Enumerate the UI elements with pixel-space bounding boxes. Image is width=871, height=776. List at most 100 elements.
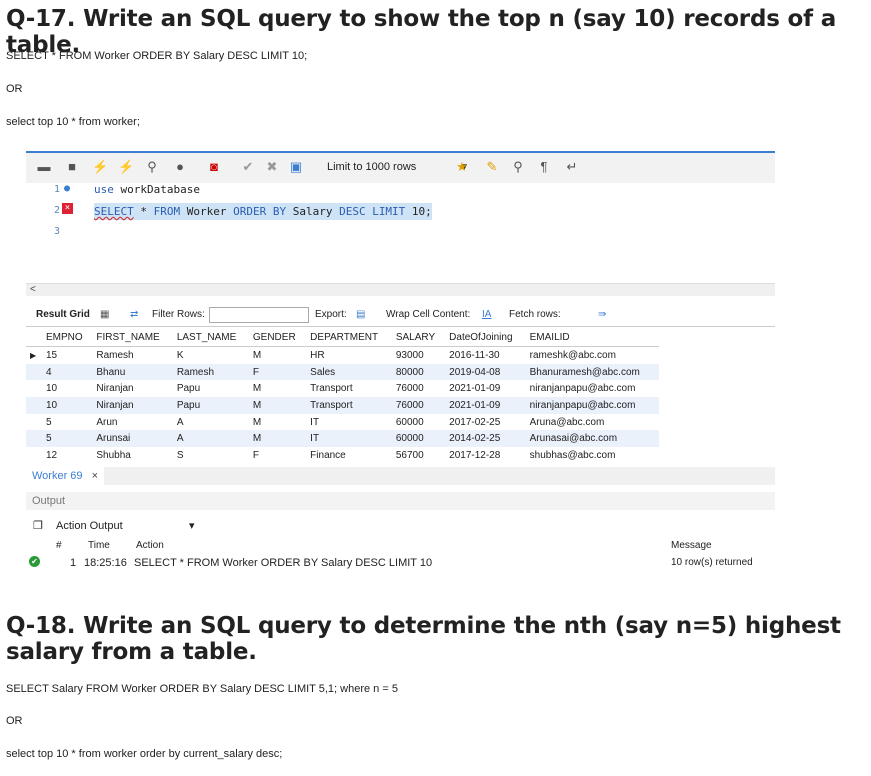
table-cell[interactable]: HR (306, 347, 392, 364)
table-cell[interactable]: Transport (306, 397, 392, 414)
action-output-select[interactable]: ❐ Action Output ▾ (26, 515, 775, 537)
export-icon[interactable]: ▤ (356, 304, 365, 326)
table-cell[interactable]: Ramesh (172, 363, 249, 381)
close-icon[interactable]: × (92, 470, 98, 482)
table-cell[interactable]: niranjanpapu@abc.com (525, 397, 659, 414)
rollback-icon[interactable]: ✖ (264, 159, 280, 175)
column-header[interactable]: EMPNO (42, 329, 93, 347)
table-cell[interactable]: shubhas@abc.com (526, 447, 659, 464)
table-cell[interactable]: niranjanpapu@abc.com (526, 380, 659, 397)
column-header[interactable]: EMAILID (525, 329, 659, 347)
table-cell[interactable]: 10 (42, 380, 92, 397)
table-cell[interactable]: 2016-11-30 (445, 347, 525, 364)
result-grid[interactable]: EMPNO FIRST_NAME LAST_NAME GENDER DEPART… (26, 329, 659, 464)
table-row[interactable]: 5 Arun A M IT 60000 2017-02-25 Aruna@abc.com (26, 414, 659, 431)
table-cell[interactable]: Shubha (92, 447, 172, 464)
table-cell[interactable]: F (249, 447, 306, 464)
commit-icon[interactable]: ✔ (240, 159, 256, 175)
table-cell[interactable]: K (173, 347, 249, 364)
table-cell[interactable]: 2014-02-25 (445, 430, 526, 448)
filter-rows-input[interactable] (209, 307, 309, 323)
table-cell[interactable]: Niranjan (92, 397, 173, 414)
table-cell[interactable]: 2021-01-09 (445, 380, 525, 397)
fetch-icon[interactable]: ⇛ (598, 304, 606, 326)
table-cell[interactable]: A (172, 430, 249, 448)
table-cell[interactable]: IT (306, 430, 392, 448)
sql-editor[interactable]: 1 ● use workDatabase 2 × SELECT * FROM W… (26, 183, 775, 283)
table-cell[interactable]: 5 (42, 430, 93, 448)
table-cell[interactable]: S (173, 447, 249, 464)
table-cell[interactable]: 76000 (392, 380, 445, 397)
bookmark-icon[interactable]: ★ (454, 159, 470, 175)
toggle-icon[interactable]: ◙ (206, 159, 222, 175)
table-cell[interactable]: Arun (92, 414, 172, 431)
table-cell[interactable]: M (248, 397, 307, 414)
column-header[interactable]: GENDER (248, 329, 307, 347)
table-cell[interactable]: M (249, 414, 306, 431)
table-cell[interactable]: M (249, 347, 306, 364)
editor-scrollbar[interactable]: < (26, 283, 775, 296)
copy-icon[interactable]: ❐ (33, 515, 43, 537)
open-folder-icon[interactable]: ▬ (36, 159, 52, 175)
explain-icon[interactable]: ⚲ (144, 159, 160, 175)
table-cell[interactable]: Ramesh (92, 347, 172, 364)
table-cell[interactable]: 76000 (391, 397, 446, 414)
beautify-icon[interactable]: ✎ (484, 159, 500, 175)
table-row[interactable]: 12 Shubha S F Finance 56700 2017-12-28 shubhas@… (26, 447, 659, 464)
table-row[interactable]: 4 Bhanu Ramesh F Sales 80000 2019-04-08 Bhanura… (26, 363, 659, 381)
find-icon[interactable]: ⚲ (510, 159, 526, 175)
table-cell[interactable]: Arunsai (92, 430, 173, 448)
table-cell[interactable]: 93000 (392, 347, 445, 364)
column-header[interactable]: DateOfJoining (445, 329, 526, 347)
table-cell[interactable]: 5 (42, 414, 92, 431)
table-cell[interactable]: Sales (306, 363, 392, 381)
table-cell[interactable]: 60000 (391, 430, 446, 448)
column-header[interactable]: DEPARTMENT (306, 329, 392, 347)
table-cell[interactable]: Papu (173, 380, 249, 397)
table-cell[interactable]: Bhanuramesh@abc.com (525, 363, 659, 381)
table-row[interactable]: 10 Niranjan Papu M Transport 76000 2021-01-09 n… (26, 397, 659, 414)
column-header[interactable]: SALARY (391, 329, 446, 347)
table-cell[interactable]: 2021-01-09 (445, 397, 526, 414)
execute-current-icon[interactable]: ⚡ (118, 159, 134, 175)
table-cell[interactable]: Papu (172, 397, 249, 414)
table-cell[interactable]: 56700 (392, 447, 445, 464)
table-cell[interactable]: A (173, 414, 249, 431)
table-cell[interactable]: rameshk@abc.com (526, 347, 659, 364)
table-cell[interactable]: Aruna@abc.com (526, 414, 659, 431)
invisible-chars-icon[interactable]: ¶ (536, 159, 552, 175)
table-cell[interactable]: 2017-12-28 (445, 447, 525, 464)
save-icon[interactable]: ■ (64, 159, 80, 175)
column-header[interactable]: LAST_NAME (172, 329, 249, 347)
table-cell[interactable]: 4 (42, 363, 93, 381)
table-row[interactable]: 10 Niranjan Papu M Transport 76000 2021-01-09 n… (26, 380, 659, 397)
result-grid-tab[interactable]: Result Grid (36, 304, 90, 326)
table-cell[interactable]: Arunasai@abc.com (525, 430, 659, 448)
table-cell[interactable]: 2019-04-08 (445, 363, 526, 381)
autocommit-icon[interactable]: ▣ (288, 159, 304, 175)
table-cell[interactable]: 60000 (392, 414, 445, 431)
column-header[interactable]: FIRST_NAME (92, 329, 173, 347)
execute-icon[interactable]: ⚡ (92, 159, 108, 175)
scroll-left-icon[interactable]: < (26, 284, 36, 295)
table-cell[interactable]: Niranjan (92, 380, 172, 397)
table-cell[interactable]: 2017-02-25 (445, 414, 525, 431)
filter-icon[interactable]: ⇄ (130, 304, 138, 326)
wrap-icon[interactable]: ↵ (564, 159, 580, 175)
table-cell[interactable]: Transport (306, 380, 392, 397)
table-cell[interactable]: Finance (306, 447, 392, 464)
table-cell[interactable]: 10 (42, 397, 93, 414)
table-cell[interactable]: M (249, 380, 306, 397)
limit-rows-select[interactable]: Limit to 1000 rows ▾ (327, 158, 467, 176)
table-cell[interactable]: 12 (42, 447, 92, 464)
stop-icon[interactable]: ● (172, 159, 188, 175)
table-cell[interactable]: 80000 (391, 363, 446, 381)
table-cell[interactable]: M (248, 430, 307, 448)
grid-icon[interactable]: ▦ (100, 304, 109, 326)
table-cell[interactable]: 15 (42, 347, 92, 364)
wrap-cell-icon[interactable]: IA (482, 304, 491, 326)
result-tab[interactable]: Worker 69 × (26, 467, 105, 485)
table-cell[interactable]: F (248, 363, 307, 381)
table-cell[interactable]: Bhanu (92, 363, 173, 381)
table-cell[interactable]: IT (306, 414, 392, 431)
